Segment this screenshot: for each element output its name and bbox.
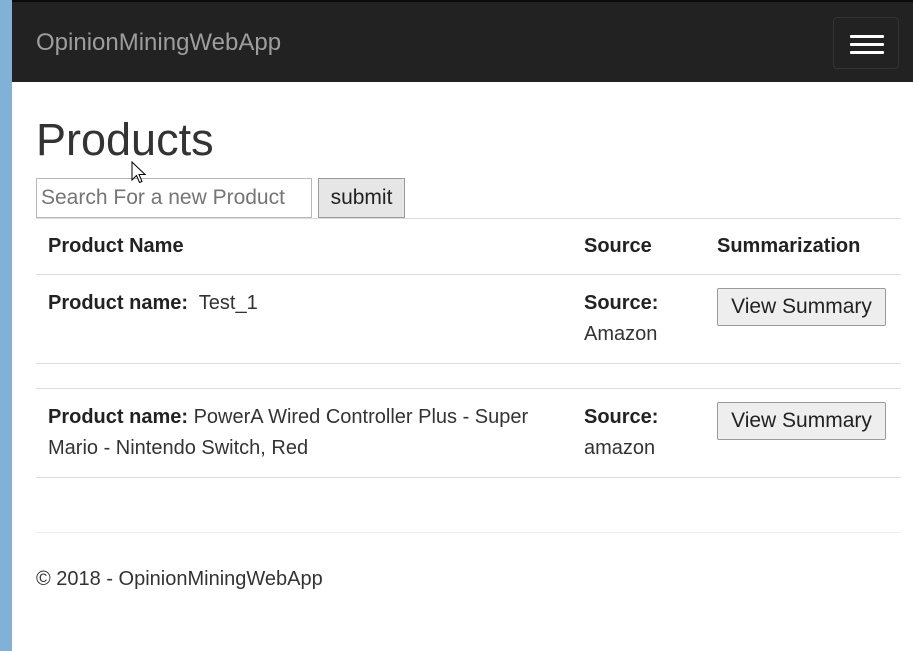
source-value: Amazon bbox=[584, 323, 658, 345]
product-name-label: Product name: bbox=[48, 406, 189, 428]
table-row: Product name: PowerA Wired Controller Pl… bbox=[36, 388, 901, 478]
summary-cell: View Summary bbox=[705, 274, 901, 364]
view-summary-button[interactable]: View Summary bbox=[717, 288, 886, 326]
source-value: amazon bbox=[584, 437, 656, 459]
source-cell: Source: Amazon bbox=[572, 274, 705, 364]
navbar-toggle-button[interactable] bbox=[833, 17, 899, 69]
footer-copyright: © 2018 - OpinionMiningWebApp bbox=[36, 568, 323, 590]
hamburger-icon-bar bbox=[850, 51, 884, 54]
submit-button[interactable]: submit bbox=[318, 178, 405, 218]
products-table: Product Name Source Summarization Produc… bbox=[36, 218, 901, 478]
mouse-pointer-icon bbox=[131, 161, 147, 184]
source-label: Source: bbox=[584, 292, 659, 314]
source-cell: Source: amazon bbox=[572, 388, 705, 478]
table-header-row: Product Name Source Summarization bbox=[36, 218, 901, 275]
source-label: Source: bbox=[584, 406, 659, 428]
header-summarization: Summarization bbox=[705, 218, 901, 275]
main-content: Products submit Product Name Source Summ… bbox=[12, 82, 913, 651]
table-spacer-row bbox=[36, 363, 901, 389]
product-name-value: Test_1 bbox=[198, 292, 258, 314]
header-source: Source bbox=[572, 218, 705, 275]
table-row: Product name: Test_1 Source: Amazon View… bbox=[36, 274, 901, 364]
search-input[interactable] bbox=[36, 178, 312, 218]
navbar: OpinionMiningWebApp bbox=[12, 0, 913, 82]
page-title: Products bbox=[36, 114, 214, 165]
hamburger-icon bbox=[850, 35, 884, 38]
view-summary-button[interactable]: View Summary bbox=[717, 402, 886, 440]
product-name-cell: Product name: PowerA Wired Controller Pl… bbox=[36, 388, 572, 478]
header-product-name: Product Name bbox=[36, 218, 572, 275]
summary-cell: View Summary bbox=[705, 388, 901, 478]
product-name-label: Product name: bbox=[48, 292, 189, 314]
window-edge bbox=[0, 0, 12, 651]
footer-divider bbox=[36, 532, 901, 533]
hamburger-icon-bar bbox=[850, 43, 884, 46]
product-name-cell: Product name: Test_1 bbox=[36, 274, 572, 364]
brand-link[interactable]: OpinionMiningWebApp bbox=[36, 29, 281, 57]
